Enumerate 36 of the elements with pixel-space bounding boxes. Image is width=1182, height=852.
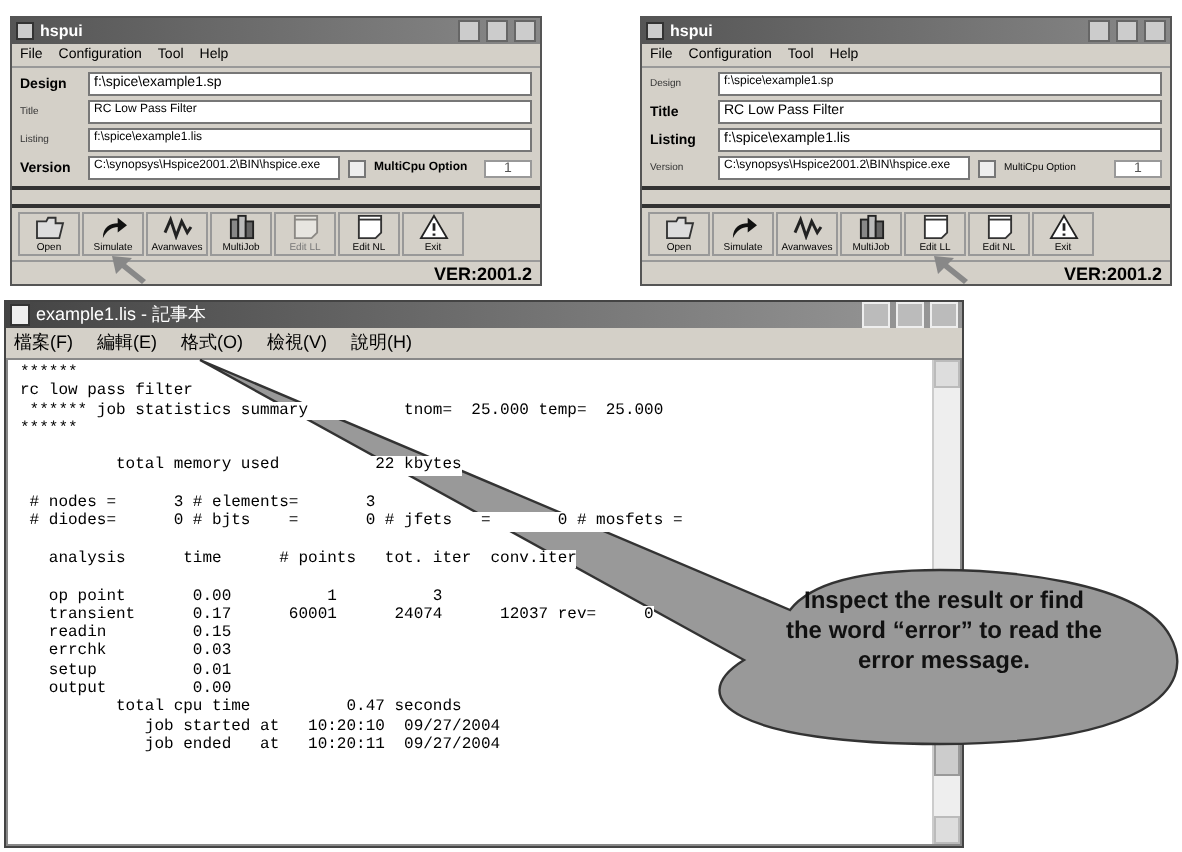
folder-icon (663, 214, 695, 240)
app-icon (646, 22, 664, 40)
version-label: VER:2001.2 (433, 263, 532, 283)
menu-item[interactable]: 編輯(E) (97, 330, 157, 356)
menu-item[interactable]: 格式(O) (181, 330, 243, 356)
notepad-icon (10, 304, 30, 326)
menu-item[interactable]: 檢視(V) (267, 330, 327, 356)
dropdown-button[interactable] (348, 159, 366, 177)
menu-item[interactable]: 說明(H) (351, 330, 412, 356)
page-icon (289, 214, 321, 240)
close-button[interactable] (1144, 20, 1166, 42)
menu-item[interactable]: 檔案(F) (14, 330, 73, 356)
page-icon (919, 214, 951, 240)
maximize-button[interactable] (1116, 20, 1138, 42)
waveform-icon (791, 214, 823, 240)
dropdown-button[interactable] (978, 159, 996, 177)
page-icon (353, 214, 385, 240)
minimize-button[interactable] (458, 20, 480, 42)
documents-icon (225, 214, 257, 240)
page-icon (983, 214, 1015, 240)
window-title: hspui (670, 22, 715, 40)
version-label: VER:2001.2 (1063, 263, 1162, 283)
documents-icon (855, 214, 887, 240)
callout-text: Inspect the result or find the word “error” to read the error message. (784, 586, 1104, 676)
warning-icon (1047, 214, 1079, 240)
folder-icon (33, 214, 65, 240)
curved-arrow-icon (97, 214, 129, 240)
warning-icon (417, 214, 449, 240)
waveform-icon (161, 214, 193, 240)
maximize-button[interactable] (486, 20, 508, 42)
window-title: example1.lis - 記事本 (36, 302, 209, 328)
curved-arrow-icon (727, 214, 759, 240)
minimize-button[interactable] (1088, 20, 1110, 42)
app-icon (16, 22, 34, 40)
window-title: hspui (40, 22, 85, 40)
close-button[interactable] (514, 20, 536, 42)
